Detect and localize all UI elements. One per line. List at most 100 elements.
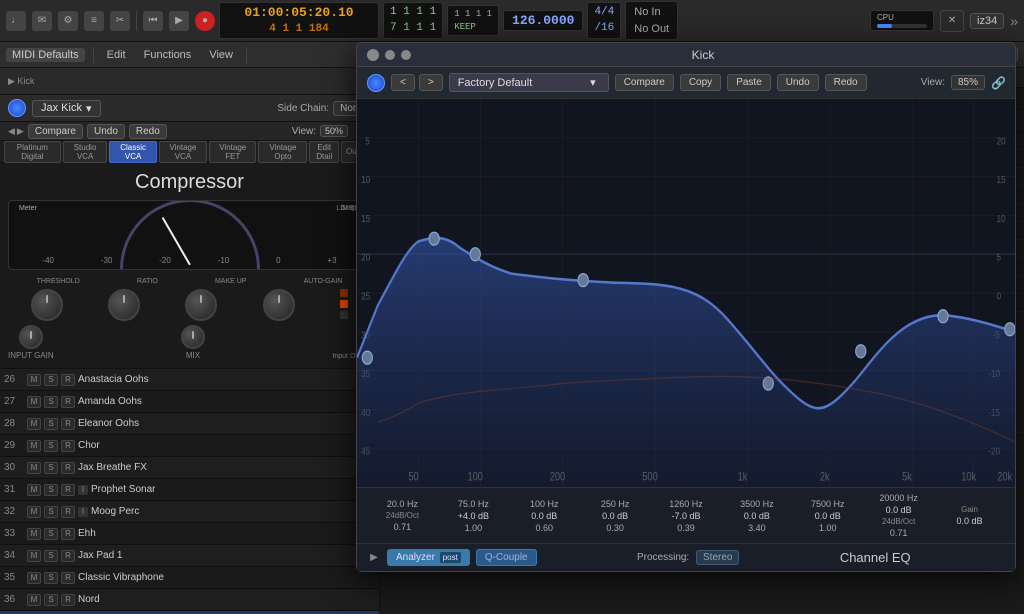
mute-btn[interactable]: M (27, 440, 41, 452)
eq-nav-prev[interactable]: < (391, 74, 415, 91)
mute-btn[interactable]: M (27, 396, 41, 408)
channel-row[interactable]: 33 M S R Ehh (0, 523, 379, 545)
mute-btn[interactable]: M (27, 462, 41, 474)
preset-selector[interactable]: Jax Kick ▾ (32, 100, 101, 117)
rec-btn[interactable]: R (61, 572, 75, 584)
expand-icon[interactable]: » (1010, 13, 1018, 29)
mix-knob[interactable] (181, 325, 205, 349)
solo-btn[interactable]: S (44, 550, 58, 562)
eq-copy-btn[interactable]: Copy (680, 74, 721, 91)
rec-btn[interactable]: R (61, 528, 75, 540)
midi-icon[interactable]: ♩ (6, 11, 26, 31)
eq-power-btn[interactable] (367, 74, 385, 92)
plugin-type-vintage-vca[interactable]: Vintage VCA (159, 141, 207, 163)
rec-btn[interactable]: R (61, 418, 75, 430)
channel-row[interactable]: 26 M S R Anastacia Oohs (0, 369, 379, 391)
channel-row[interactable]: 30 M S R Jax Breathe FX (0, 457, 379, 479)
redo-btn[interactable]: Redo (129, 124, 167, 139)
rec-btn[interactable]: R (61, 506, 75, 518)
plugin-type-vintage-opto[interactable]: Vintage Opto (258, 141, 307, 163)
mute-btn[interactable]: M (27, 418, 41, 430)
eq-graph-container[interactable]: 50 100 200 500 1k 2k 5k 10k 20k 5 10 15 … (357, 99, 1015, 487)
edit-menu[interactable]: Edit (102, 48, 131, 62)
eq-compare-btn[interactable]: Compare (615, 74, 674, 91)
plugin-type-vintage-fet[interactable]: Vintage FET (209, 141, 256, 163)
mute-btn[interactable]: M (27, 528, 41, 540)
processing-val[interactable]: Stereo (696, 550, 739, 565)
mail-icon[interactable]: ✉ (32, 11, 52, 31)
solo-btn[interactable]: S (44, 418, 58, 430)
eq-close-btn[interactable] (367, 49, 379, 61)
rec-btn[interactable]: R (61, 484, 75, 496)
rewind-icon[interactable]: ⏮ (143, 11, 163, 31)
eq-redo-btn[interactable]: Redo (825, 74, 867, 91)
ratio-knob[interactable] (108, 289, 140, 321)
user-badge[interactable]: iz34 (970, 13, 1004, 29)
solo-btn[interactable]: S (44, 374, 58, 386)
mixer-icon[interactable]: ≡ (84, 11, 104, 31)
channel-row[interactable]: 28 M S R Eleanor Oohs (0, 413, 379, 435)
eq-view-val[interactable]: 85% (951, 75, 985, 90)
view-value[interactable]: 50% (320, 125, 348, 137)
plugin-power-btn[interactable] (8, 99, 26, 117)
edit-detail-btn[interactable]: Edit Dtail (309, 141, 339, 163)
view-menu[interactable]: View (204, 48, 238, 62)
solo-btn[interactable]: S (44, 396, 58, 408)
rec-btn[interactable]: R (61, 462, 75, 474)
mute-btn[interactable]: M (27, 374, 41, 386)
play-icon[interactable]: ▶ (169, 11, 189, 31)
mute-btn[interactable]: M (27, 484, 41, 496)
mute-btn[interactable]: M (27, 506, 41, 518)
nav-next-btn[interactable]: ▶ (17, 126, 24, 137)
eq-preset-dropdown[interactable]: Factory Default ▾ (449, 73, 609, 92)
makeup-knob[interactable] (185, 289, 217, 321)
undo-btn[interactable]: Undo (87, 124, 125, 139)
rec-btn[interactable]: R (61, 396, 75, 408)
record-icon[interactable]: ● (195, 11, 215, 31)
channel-row[interactable]: 32 M S R I Moog Perc (0, 501, 379, 523)
channel-row[interactable]: 31 M S R I Prophet Sonar (0, 479, 379, 501)
eq-nav-next[interactable]: > (419, 74, 443, 91)
rec-btn[interactable]: R (61, 440, 75, 452)
rec-btn[interactable]: R (61, 550, 75, 562)
solo-btn[interactable]: S (44, 506, 58, 518)
solo-btn[interactable]: S (44, 440, 58, 452)
analyzer-btn[interactable]: Analyzer post (387, 549, 470, 566)
solo-btn[interactable]: S (44, 594, 58, 606)
time-display[interactable]: 01:00:05:20.10 4 1 1 184 (219, 2, 379, 39)
compare-btn[interactable]: Compare (28, 124, 83, 139)
plugin-type-platinum[interactable]: Platinum Digital (4, 141, 61, 163)
channel-row[interactable]: 35 M S R Classic Vibraphone (0, 567, 379, 589)
functions-menu[interactable]: Functions (139, 48, 197, 62)
rec-btn[interactable]: R (61, 374, 75, 386)
mute-btn[interactable]: M (27, 594, 41, 606)
nav-prev-btn[interactable]: ◀ (8, 126, 15, 137)
channel-row[interactable]: 29 M S R Chor (0, 435, 379, 457)
channel-row[interactable]: 36 M S R Nord (0, 589, 379, 611)
eq-undo-btn[interactable]: Undo (777, 74, 819, 91)
timesig-display[interactable]: 4/4 /16 (587, 2, 621, 39)
solo-btn[interactable]: S (44, 572, 58, 584)
eq-maximize-btn[interactable] (401, 50, 411, 60)
scissor-icon[interactable]: ✂ (110, 11, 130, 31)
mute-btn[interactable]: M (27, 572, 41, 584)
close-btn[interactable]: ✕ (940, 10, 964, 32)
eq-paste-btn[interactable]: Paste (727, 74, 771, 91)
channel-row[interactable]: 34 M S R Jax Pad 1 (0, 545, 379, 567)
rec-btn[interactable]: R (61, 594, 75, 606)
mute-btn[interactable]: M (27, 550, 41, 562)
threshold-knob[interactable] (31, 289, 63, 321)
eq-link-icon[interactable]: 🔗 (991, 76, 1005, 90)
eq-minimize-btn[interactable] (385, 50, 395, 60)
input-gain-knob[interactable] (19, 325, 43, 349)
solo-btn[interactable]: S (44, 484, 58, 496)
q-couple-btn[interactable]: Q-Couple (476, 549, 537, 566)
solo-btn[interactable]: S (44, 462, 58, 474)
plugin-type-classic[interactable]: Classic VCA (109, 141, 156, 163)
autogain-knob[interactable] (263, 289, 295, 321)
tempo-display[interactable]: 126.0000 (503, 10, 583, 31)
eq-play-btn[interactable]: ▶ (367, 551, 381, 565)
settings-icon[interactable]: ⚙ (58, 11, 78, 31)
solo-btn[interactable]: S (44, 528, 58, 540)
plugin-type-studio[interactable]: Studio VCA (63, 141, 108, 163)
